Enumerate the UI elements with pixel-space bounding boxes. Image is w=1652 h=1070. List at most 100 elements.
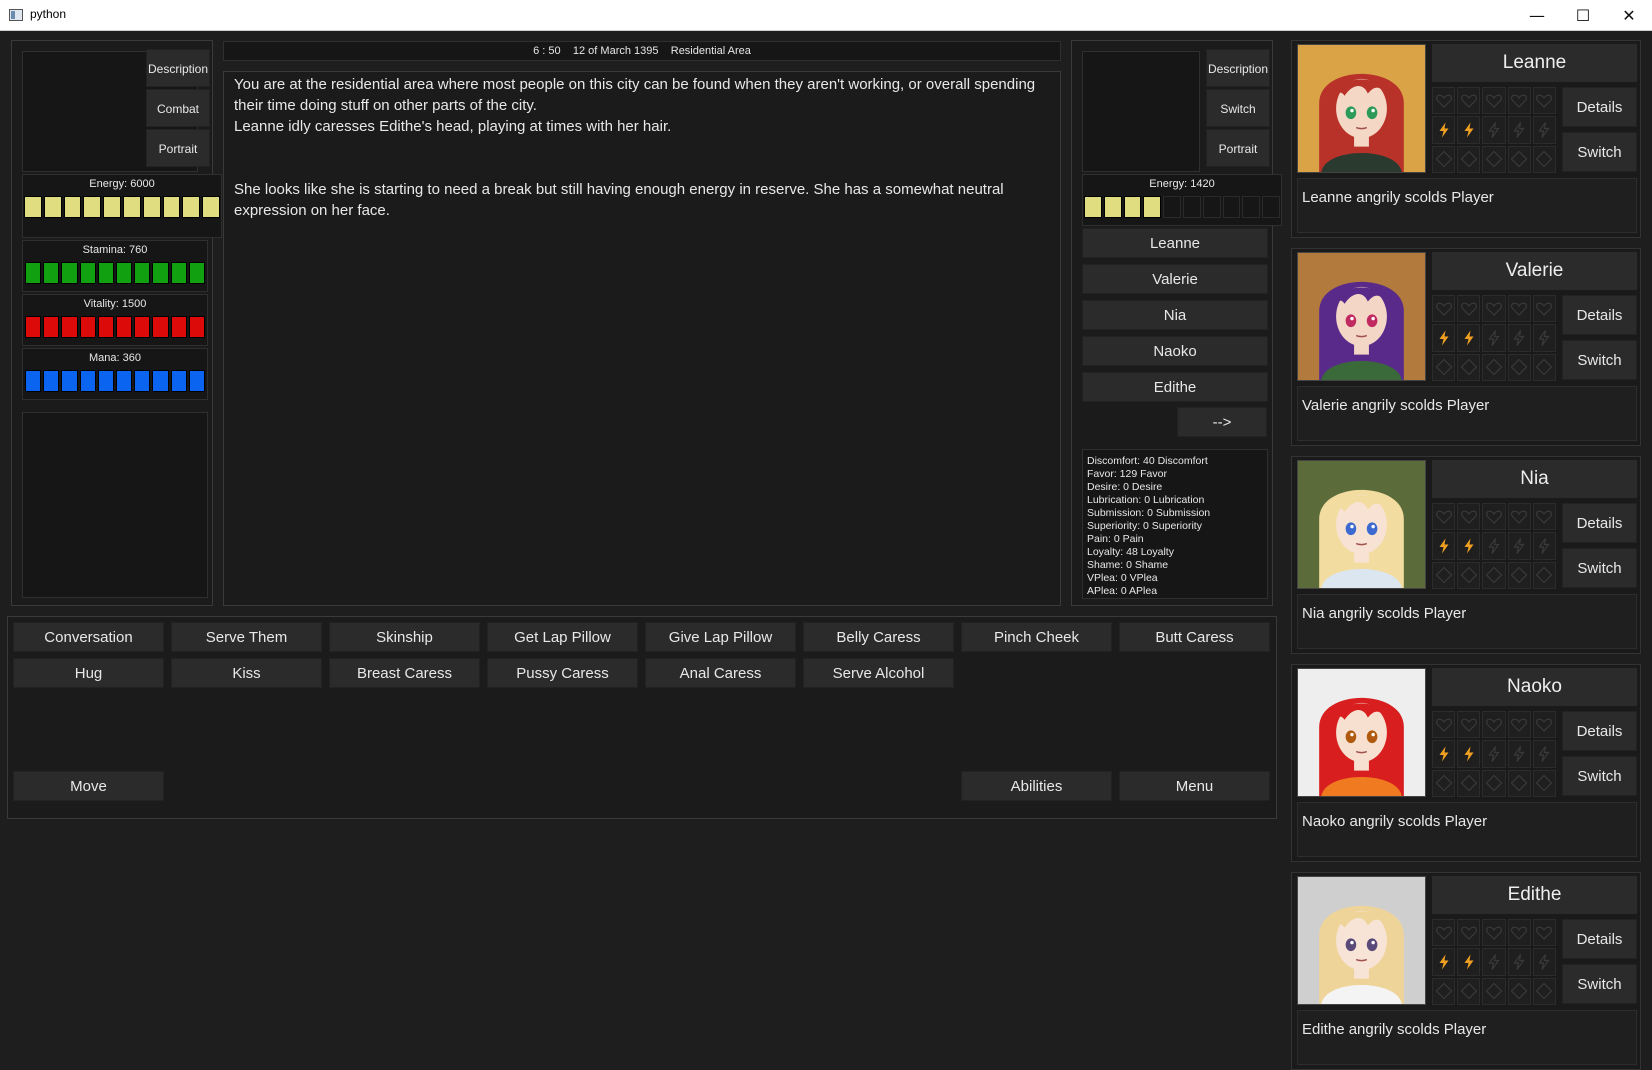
- heart-icon: [1482, 919, 1506, 947]
- energy-bolt-empty-icon: [1532, 116, 1556, 144]
- story-text: You are at the residential area where mo…: [224, 72, 1060, 223]
- naoko-details-button[interactable]: Details: [1562, 711, 1637, 751]
- edithe-details-button[interactable]: Details: [1562, 919, 1637, 959]
- vitality-bar-segment: [152, 316, 169, 338]
- valerie-details-button[interactable]: Details: [1562, 295, 1637, 335]
- energy-bolt-empty-icon: [1482, 116, 1506, 144]
- party-member-nia-button[interactable]: Nia: [1082, 300, 1268, 330]
- action-belly-caress-button[interactable]: Belly Caress: [803, 622, 954, 652]
- stamina-bar-segment: [134, 262, 151, 284]
- edithe-status-message: Edithe angrily scolds Player: [1297, 1010, 1637, 1065]
- naoko-portrait[interactable]: [1297, 668, 1426, 797]
- energy-bolt-empty-icon: [1532, 948, 1556, 976]
- heart-icon: [1457, 295, 1481, 323]
- time-location-header: 6 : 50 12 of March 1395 Residential Area: [223, 41, 1061, 61]
- target-stats-box: Discomfort: 40 Discomfort Favor: 129 Favo…: [1082, 449, 1268, 599]
- edithe-portrait[interactable]: [1297, 876, 1426, 1005]
- minimize-button[interactable]: —: [1514, 0, 1560, 31]
- leanne-portrait[interactable]: [1297, 44, 1426, 173]
- mana-label: Mana: 360: [89, 352, 141, 364]
- leanne-name: Leanne: [1432, 44, 1637, 82]
- naoko-switch-button[interactable]: Switch: [1562, 756, 1637, 796]
- story-paragraph: [234, 158, 1050, 179]
- target-switch-button[interactable]: Switch: [1206, 89, 1270, 127]
- energy-stat: Energy: 6000: [22, 174, 222, 238]
- heart-icon: [1532, 503, 1556, 531]
- target-energy-bar-segment: [1182, 196, 1201, 218]
- menu-button[interactable]: Menu: [1119, 771, 1270, 801]
- story-paragraph: Leanne idly caresses Edithe's head, play…: [234, 118, 672, 135]
- energy-bolt-empty-icon: [1482, 324, 1506, 352]
- party-member-edithe-button[interactable]: Edithe: [1082, 372, 1268, 402]
- valerie-switch-button[interactable]: Switch: [1562, 340, 1637, 380]
- nia-switch-button[interactable]: Switch: [1562, 548, 1637, 588]
- energy-bar-segment: [142, 196, 161, 218]
- action-pinch-cheek-button[interactable]: Pinch Cheek: [961, 622, 1112, 652]
- target-portrait-button[interactable]: Portrait: [1206, 129, 1270, 167]
- diamond-icon: [1457, 769, 1481, 797]
- party-member-naoko-button[interactable]: Naoko: [1082, 336, 1268, 366]
- leanne-details-button[interactable]: Details: [1562, 87, 1637, 127]
- stamina-stat: Stamina: 760: [22, 240, 208, 292]
- action-skinship-button[interactable]: Skinship: [329, 622, 480, 652]
- player-combat-button[interactable]: Combat: [146, 89, 210, 127]
- edithe-name: Edithe: [1432, 876, 1637, 914]
- action-anal-caress-button[interactable]: Anal Caress: [645, 658, 796, 688]
- diamond-icon: [1482, 561, 1506, 589]
- nia-details-button[interactable]: Details: [1562, 503, 1637, 543]
- stamina-bar-segment: [43, 262, 60, 284]
- action-get-lap-pillow-button[interactable]: Get Lap Pillow: [487, 622, 638, 652]
- action-serve-them-button[interactable]: Serve Them: [171, 622, 322, 652]
- player-description-button[interactable]: Description: [146, 49, 210, 87]
- energy-bolt-empty-icon: [1507, 948, 1531, 976]
- naoko-status-message: Naoko angrily scolds Player: [1297, 802, 1637, 857]
- action-pussy-caress-button[interactable]: Pussy Caress: [487, 658, 638, 688]
- heart-icon: [1432, 919, 1456, 947]
- action-serve-alcohol-button[interactable]: Serve Alcohol: [803, 658, 954, 688]
- party-member-valerie-button[interactable]: Valerie: [1082, 264, 1268, 294]
- action-give-lap-pillow-button[interactable]: Give Lap Pillow: [645, 622, 796, 652]
- action-breast-caress-button[interactable]: Breast Caress: [329, 658, 480, 688]
- character-card-leanne: Leanne Details Switch Leanne angrily scolds…: [1291, 40, 1641, 238]
- energy-bolt-icon: [1432, 324, 1456, 352]
- target-description-button[interactable]: Description: [1206, 49, 1270, 87]
- target-stat-line: VPlea: 0 VPlea: [1087, 572, 1158, 584]
- player-portrait-button[interactable]: Portrait: [146, 129, 210, 167]
- abilities-button[interactable]: Abilities: [961, 771, 1112, 801]
- mana-bar-segment: [43, 370, 60, 392]
- leanne-switch-button[interactable]: Switch: [1562, 132, 1637, 172]
- energy-bar-segment: [24, 196, 42, 218]
- stamina-bar-segment: [25, 262, 42, 284]
- party-member-leanne-button[interactable]: Leanne: [1082, 228, 1268, 258]
- move-button[interactable]: Move: [13, 771, 164, 801]
- story-paragraph: You are at the residential area where mo…: [234, 76, 1036, 114]
- valerie-portrait[interactable]: [1297, 252, 1426, 381]
- target-stat-line: Discomfort: 40 Discomfort: [1087, 455, 1208, 467]
- diamond-icon: [1507, 353, 1531, 381]
- story-paragraph: She looks like she is starting to need a…: [234, 181, 1004, 219]
- window-title: python: [30, 7, 67, 21]
- energy-bolt-icon: [1457, 532, 1481, 560]
- energy-bolt-icon: [1432, 740, 1456, 768]
- mana-bar-segment: [25, 370, 42, 392]
- stamina-bar-segment: [170, 262, 187, 284]
- next-page-button[interactable]: -->: [1177, 407, 1267, 437]
- energy-bolt-empty-icon: [1532, 740, 1556, 768]
- nia-name: Nia: [1432, 460, 1637, 498]
- diamond-icon: [1507, 561, 1531, 589]
- heart-icon: [1432, 87, 1456, 115]
- heart-icon: [1507, 295, 1531, 323]
- heart-icon: [1482, 503, 1506, 531]
- energy-bolt-empty-icon: [1507, 324, 1531, 352]
- action-butt-caress-button[interactable]: Butt Caress: [1119, 622, 1270, 652]
- maximize-button[interactable]: ☐: [1560, 0, 1606, 31]
- vitality-bar-segment: [188, 316, 206, 338]
- nia-portrait[interactable]: [1297, 460, 1426, 589]
- action-conversation-button[interactable]: Conversation: [13, 622, 164, 652]
- edithe-switch-button[interactable]: Switch: [1562, 964, 1637, 1004]
- heart-icon: [1532, 711, 1556, 739]
- close-button[interactable]: ✕: [1606, 0, 1652, 31]
- action-hug-button[interactable]: Hug: [13, 658, 164, 688]
- action-kiss-button[interactable]: Kiss: [171, 658, 322, 688]
- vitality-bar-segment: [43, 316, 60, 338]
